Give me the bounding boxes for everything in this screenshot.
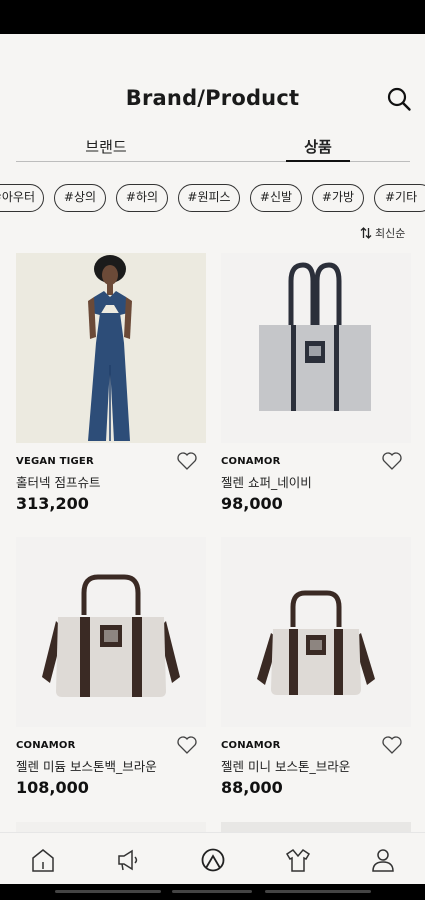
megaphone-icon[interactable] <box>114 847 140 873</box>
app-content: Brand/Product 브랜드 상품 #아우터 #상의 #하의 #원피스 #… <box>0 34 425 884</box>
sort-label: 최신순 <box>375 227 406 240</box>
brand-logo-icon[interactable] <box>200 847 226 873</box>
tab-brand[interactable]: 브랜드 <box>66 136 146 162</box>
sort-button[interactable]: 최신순 <box>360 225 405 241</box>
product-image <box>221 537 411 727</box>
system-navigation-bar <box>0 884 425 900</box>
system-nav-home[interactable] <box>172 890 252 893</box>
chip-top[interactable]: #상의 <box>54 184 106 212</box>
chip-bag[interactable]: #가방 <box>312 184 364 212</box>
system-nav-recents[interactable] <box>265 890 371 893</box>
product-brand: CONAMOR <box>221 456 281 467</box>
heart-icon[interactable] <box>381 735 403 755</box>
heart-icon[interactable] <box>176 735 198 755</box>
product-image <box>16 253 206 443</box>
profile-icon[interactable] <box>370 847 396 873</box>
sort-arrows-icon <box>360 227 372 239</box>
product-price: 313,200 <box>16 494 89 513</box>
shirt-icon[interactable] <box>285 847 311 873</box>
system-nav-back[interactable] <box>55 890 161 893</box>
chip-bottom[interactable]: #하의 <box>116 184 168 212</box>
product-price: 98,000 <box>221 494 283 513</box>
product-name: 젤렌 미니 보스톤_브라운 <box>221 759 351 774</box>
tab-product[interactable]: 상품 <box>286 136 350 162</box>
header: Brand/Product <box>0 34 425 124</box>
heart-icon[interactable] <box>176 451 198 471</box>
product-image <box>16 537 206 727</box>
chip-dress[interactable]: #원피스 <box>178 184 240 212</box>
product-brand: CONAMOR <box>16 740 76 751</box>
page-title: Brand/Product <box>125 86 300 110</box>
product-name: 젤렌 미듐 보스톤백_브라운 <box>16 759 157 774</box>
heart-icon[interactable] <box>381 451 403 471</box>
product-price: 108,000 <box>16 778 89 797</box>
product-brand: VEGAN TIGER <box>16 456 94 467</box>
chip-outer[interactable]: #아우터 <box>0 184 44 212</box>
tab-bar: 브랜드 상품 <box>16 132 410 162</box>
home-icon[interactable] <box>30 847 56 873</box>
phone-screen: Brand/Product 브랜드 상품 #아우터 #상의 #하의 #원피스 #… <box>0 0 425 900</box>
product-price: 88,000 <box>221 778 283 797</box>
product-name: 홀터넥 점프슈트 <box>16 475 101 490</box>
search-icon[interactable] <box>386 86 412 112</box>
chip-etc[interactable]: #기타 <box>374 184 425 212</box>
status-bar <box>0 0 425 34</box>
chip-shoes[interactable]: #신발 <box>250 184 302 212</box>
category-chips: #아우터 #상의 #하의 #원피스 #신발 #가방 #기타 <box>0 184 425 214</box>
product-name: 젤렌 쇼퍼_네이비 <box>221 475 312 490</box>
bottom-nav <box>0 832 425 884</box>
product-image <box>221 253 411 443</box>
product-brand: CONAMOR <box>221 740 281 751</box>
